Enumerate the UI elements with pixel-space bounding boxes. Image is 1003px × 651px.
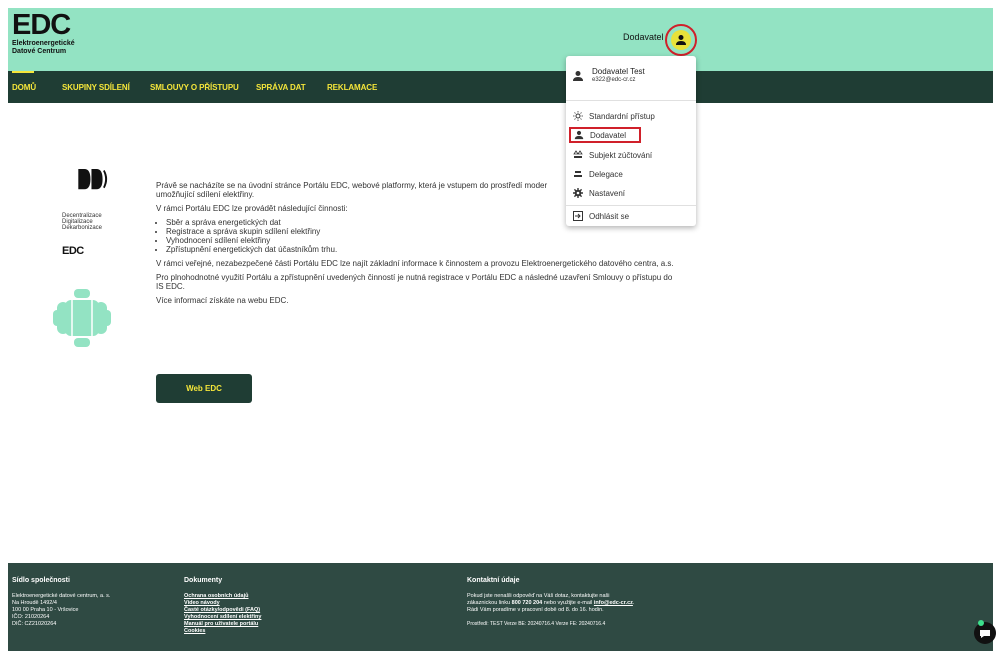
logo-mark: EDC (12, 9, 71, 41)
web-edc-button[interactable]: Web EDC (156, 374, 252, 403)
footer-text: zákaznickou linku (467, 600, 512, 606)
footer-text: . (632, 600, 635, 606)
gear-icon (572, 187, 584, 199)
footer-line: Na Hroudě 1492/4 (12, 600, 57, 606)
nav-item-smlouvy-o-pristupu[interactable]: SMLOUVY O PŘÍSTUPU (150, 83, 239, 92)
menu-item-nastaveni[interactable]: Nastavení (572, 185, 690, 201)
list-item: Vyhodnocení sdílení elektřiny (166, 236, 676, 245)
footer-company: Sídlo společnosti Elektroenergetické dat… (12, 577, 110, 628)
sun-icon (572, 110, 584, 122)
footer-documents: Dokumenty Ochrana osobních údajů Video n… (184, 577, 261, 635)
edc-logo[interactable]: EDC Elektroenergetické Datové Centrum (12, 11, 122, 69)
logout-icon (572, 210, 584, 222)
intro-paragraph-5: Více informací získáte na webu EDC. (156, 296, 289, 305)
footer-line: DIČ: CZ21020264 (12, 621, 57, 627)
nav-item-sprava-dat[interactable]: SPRÁVA DAT (256, 83, 306, 92)
footer-phone[interactable]: 800 720 204 (512, 600, 543, 606)
nav-item-reklamace[interactable]: REKLAMACE (327, 83, 377, 92)
menu-divider (566, 100, 696, 101)
footer-contact: Kontaktní údaje Pokud jste nenašli odpov… (467, 577, 747, 628)
list-item: Zpřístupnění energetických dat účastníků… (166, 245, 676, 254)
footer-line: Elektroenergetické datové centrum, a. s. (12, 593, 111, 599)
footer-heading: Sídlo společnosti (12, 577, 70, 584)
user-dropdown-menu: Dodavatel Test e322@edc-cr.cz Standardní… (566, 56, 696, 226)
menu-item-label: Nastavení (589, 188, 626, 198)
footer-link-faq[interactable]: Časté otázky/odpovědi (FAQ) (184, 607, 261, 614)
menu-item-label: Standardní přístup (589, 111, 655, 121)
chat-online-indicator (978, 620, 984, 626)
user-icon (573, 71, 583, 81)
menu-user-name: Dodavatel Test (592, 67, 645, 76)
logo-subtitle-2: Datové Centrum (12, 48, 67, 55)
green-flower-logo (53, 289, 111, 347)
menu-user-email: e322@edc-cr.cz (592, 77, 636, 83)
page-footer: Sídlo společnosti Elektroenergetické dat… (8, 563, 993, 651)
delegation-icon (572, 168, 584, 180)
footer-contact-line: zákaznickou linku 800 720 204 nebo využi… (467, 600, 747, 607)
menu-item-label: Subjekt zúčtování (589, 150, 653, 160)
menu-item-dodavatel[interactable]: Dodavatel (569, 127, 641, 143)
menu-item-standardni-pristup[interactable]: Standardní přístup (572, 108, 690, 124)
footer-heading: Kontaktní údaje (467, 577, 520, 584)
ddd-tagline: Decentralizace Digitalizace Dekarbonizac… (62, 213, 102, 231)
menu-item-label: Dodavatel (590, 130, 627, 140)
user-icon (573, 129, 585, 141)
top-header: EDC Elektroenergetické Datové Centrum Do… (8, 8, 993, 71)
footer-link-vyhodnoceni[interactable]: Vyhodnocení sdílení elektřiny (184, 614, 261, 621)
menu-item-odhlasit-se[interactable]: Odhlásit se (572, 208, 690, 224)
intro-paragraph-4: Pro plnohodnotné využití Portálu a zpřís… (156, 273, 673, 291)
footer-line: IČO: 21020264 (12, 614, 50, 620)
nav-active-indicator (12, 71, 34, 73)
intro-paragraph-1: Právě se nacházíte se na úvodní stránce … (156, 181, 548, 190)
footer-version: Prostředí: TEST Verze BE: 20240716.4 Ver… (467, 621, 606, 627)
menu-divider (566, 205, 696, 206)
footer-link-manual[interactable]: Manuál pro uživatele portálu (184, 621, 261, 628)
list-item: Registrace a správa skupin sdílení elekt… (166, 227, 676, 236)
user-avatar-button[interactable] (671, 30, 691, 50)
intro-paragraph-1b: umožňující sdílení elektřiny. (156, 190, 255, 199)
footer-link-video-navody[interactable]: Video návody (184, 600, 261, 607)
current-role-label[interactable]: Dodavatel (623, 32, 664, 42)
menu-item-delegace[interactable]: Delegace (572, 166, 690, 182)
intro-paragraph-3: V rámci veřejné, nezabezpečené části Por… (156, 259, 674, 268)
menu-item-label: Delegace (589, 169, 623, 179)
main-nav: DOMŮ SKUPINY SDÍLENÍ SMLOUVY O PŘÍSTUPU … (8, 71, 993, 103)
footer-link-ochrana-osobnich-udaju[interactable]: Ochrana osobních údajů (184, 593, 261, 600)
footer-email-link[interactable]: info@edc-cr.cz (594, 600, 633, 606)
chat-button[interactable] (974, 622, 996, 644)
nav-item-domu[interactable]: DOMŮ (12, 83, 36, 92)
app-window: EDC Elektroenergetické Datové Centrum Do… (8, 8, 993, 651)
chat-icon (980, 630, 990, 638)
footer-link-cookies[interactable]: Cookies (184, 628, 261, 635)
footer-text: nebo využijte e-mail (542, 600, 594, 606)
footer-heading: Dokumenty (184, 577, 223, 584)
menu-item-subjekt-zuctovani[interactable]: Subjekt zúčtování (572, 147, 690, 163)
nav-item-skupiny-sdileni[interactable]: SKUPINY SDÍLENÍ (62, 83, 130, 92)
footer-line: Rádi Vám poradíme v pracovní době od 8. … (467, 607, 604, 613)
avatar-highlight-ring (665, 24, 697, 56)
ddd-line-3: Dekarbonizace (62, 225, 103, 231)
scale-icon (572, 149, 584, 161)
edc-small-logo: EDC (62, 245, 84, 257)
user-icon (676, 35, 686, 45)
footer-line: Pokud jste nenašli odpověď na Váš dotaz,… (467, 593, 610, 599)
menu-item-label: Odhlásit se (589, 211, 630, 221)
footer-line: 100 00 Praha 10 - Vršovice (12, 607, 79, 613)
ddd-logo (78, 169, 108, 190)
logo-subtitle-1: Elektroenergetické (12, 40, 75, 47)
